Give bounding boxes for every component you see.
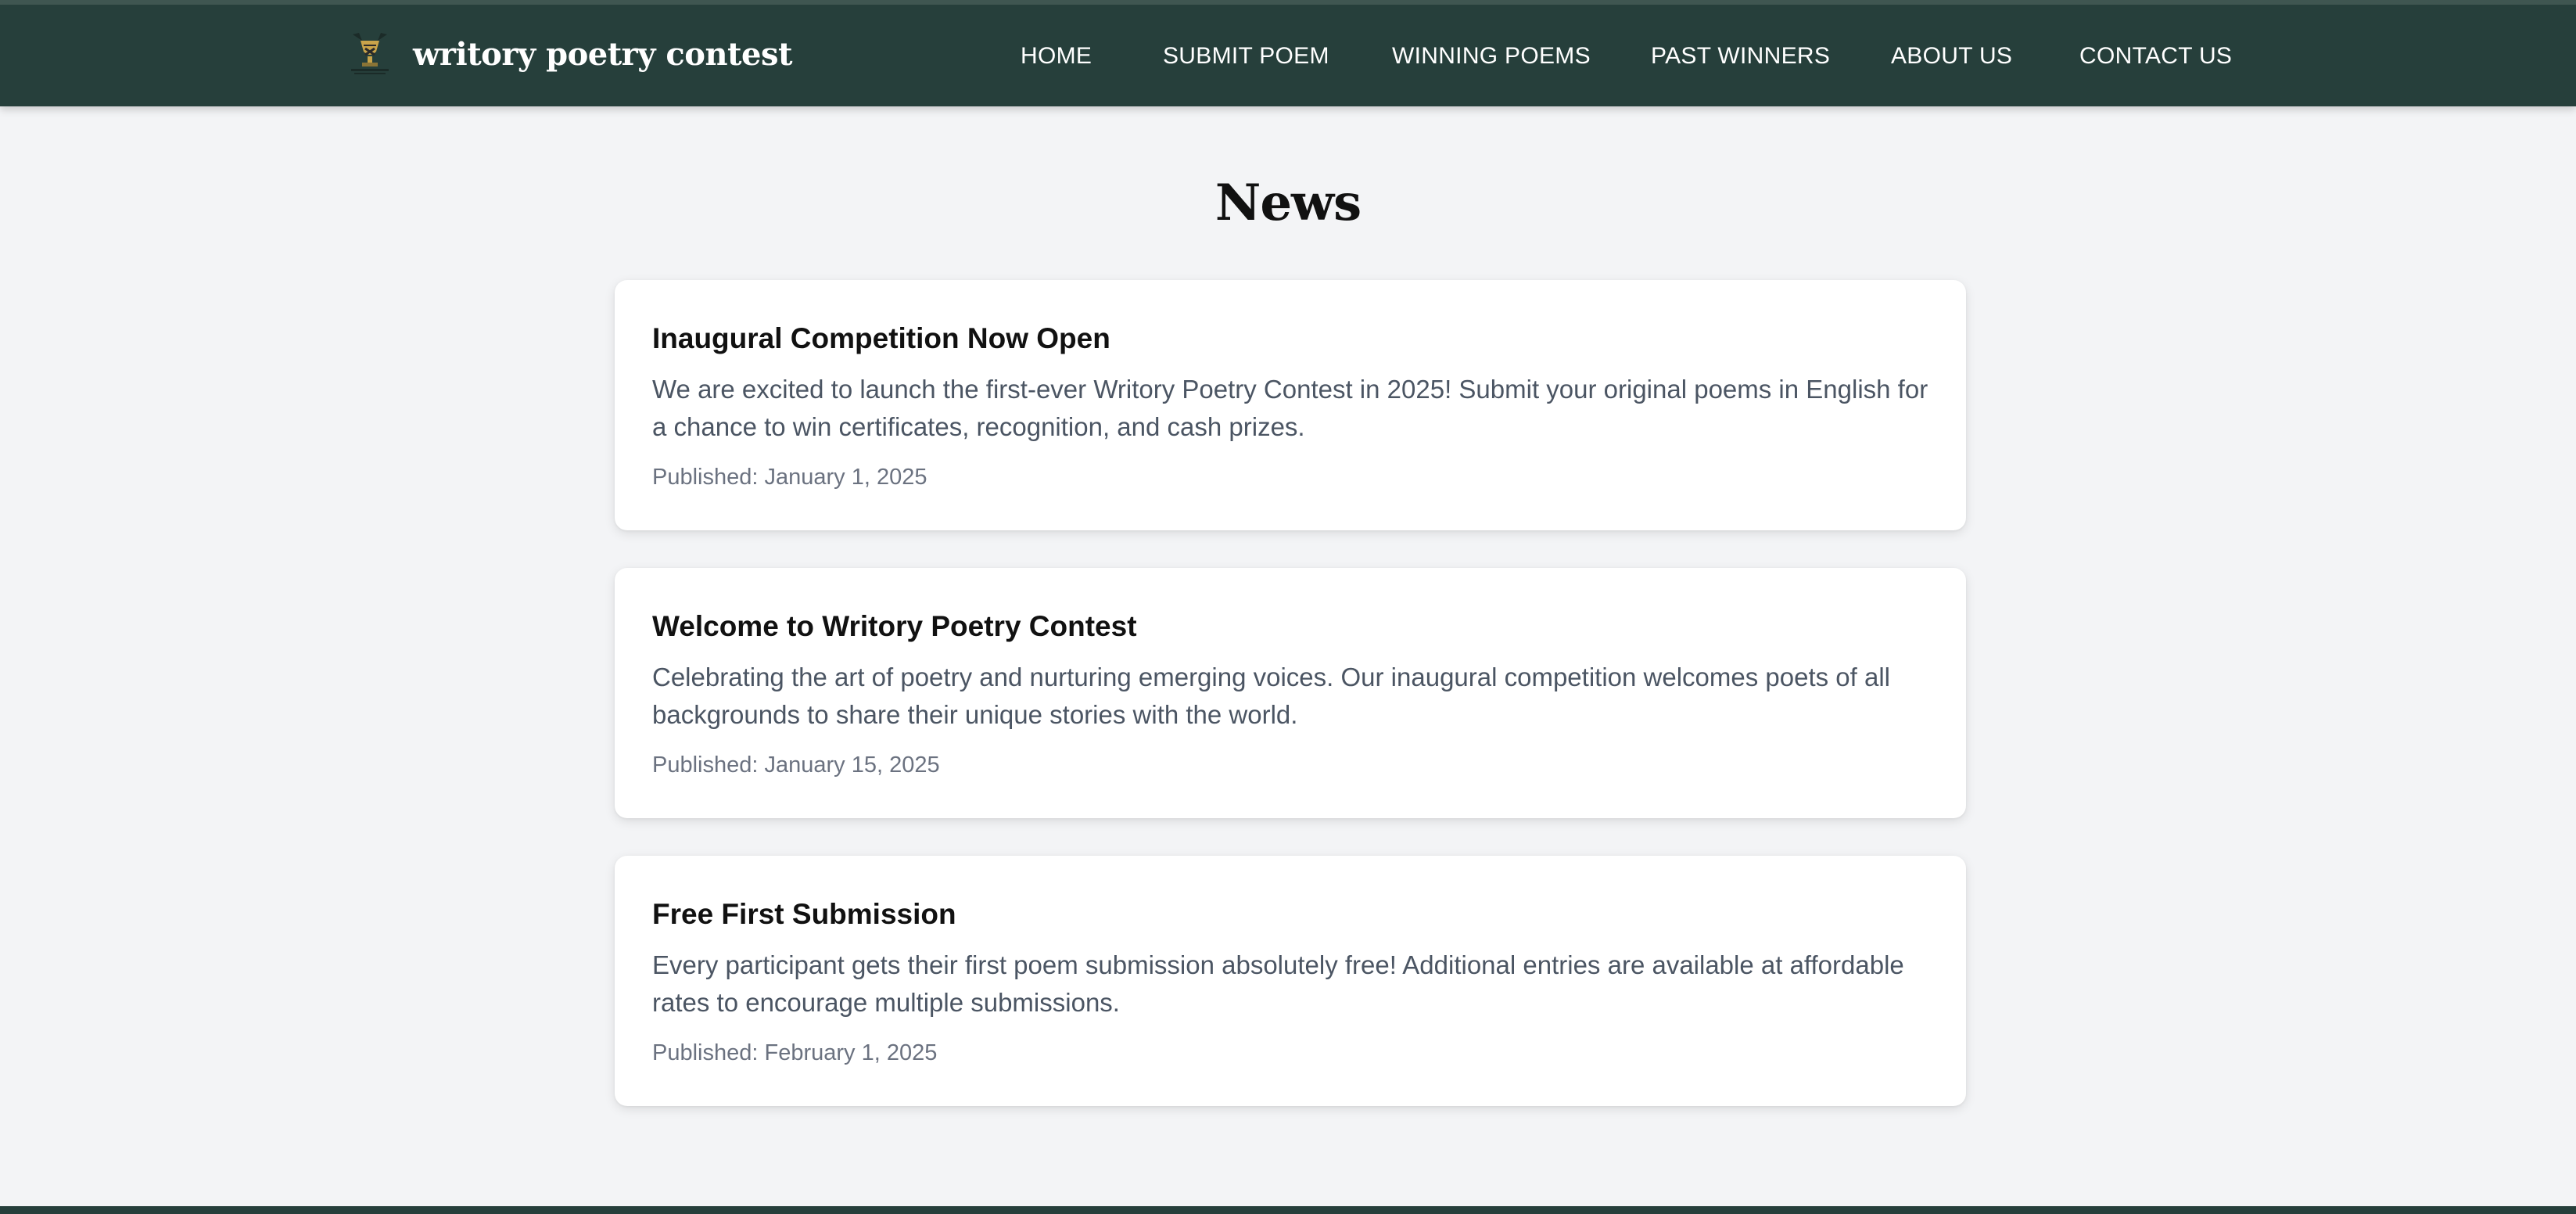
footer-edge <box>0 1206 2576 1214</box>
site-header: writory poetry contest HOME SUBMIT POEM … <box>0 0 2576 106</box>
news-card-title: Welcome to Writory Poetry Contest <box>652 610 1137 642</box>
page-title: News <box>1214 174 1362 232</box>
main-nav: HOME SUBMIT POEM WINNING POEMS PAST WINN… <box>0 39 2576 74</box>
header-top-border <box>0 0 2576 5</box>
nav-past-winners[interactable]: PAST WINNERS <box>1651 39 1830 74</box>
news-card-body: Every participant gets their first poem … <box>652 950 1904 1017</box>
news-card-date: Published: January 15, 2025 <box>652 752 940 778</box>
news-card-body: We are excited to launch the first-ever … <box>652 375 1928 441</box>
nav-contact-us[interactable]: CONTACT US <box>2079 39 2232 74</box>
news-card: Welcome to Writory Poetry Contest Celebr… <box>615 568 1966 818</box>
nav-about-us[interactable]: ABOUT US <box>1891 39 2012 74</box>
nav-winning-poems[interactable]: WINNING POEMS <box>1392 39 1591 74</box>
news-card: Inaugural Competition Now Open We are ex… <box>615 280 1966 530</box>
nav-submit-poem[interactable]: SUBMIT POEM <box>1163 39 1329 74</box>
news-card-title: Free First Submission <box>652 898 956 930</box>
nav-home[interactable]: HOME <box>1021 39 1092 74</box>
news-card-date: Published: January 1, 2025 <box>652 465 927 490</box>
news-card-body: Celebrating the art of poetry and nurtur… <box>652 663 1891 729</box>
news-card-title: Inaugural Competition Now Open <box>652 322 1110 354</box>
news-card: Free First Submission Every participant … <box>615 856 1966 1106</box>
news-card-date: Published: February 1, 2025 <box>652 1040 938 1065</box>
